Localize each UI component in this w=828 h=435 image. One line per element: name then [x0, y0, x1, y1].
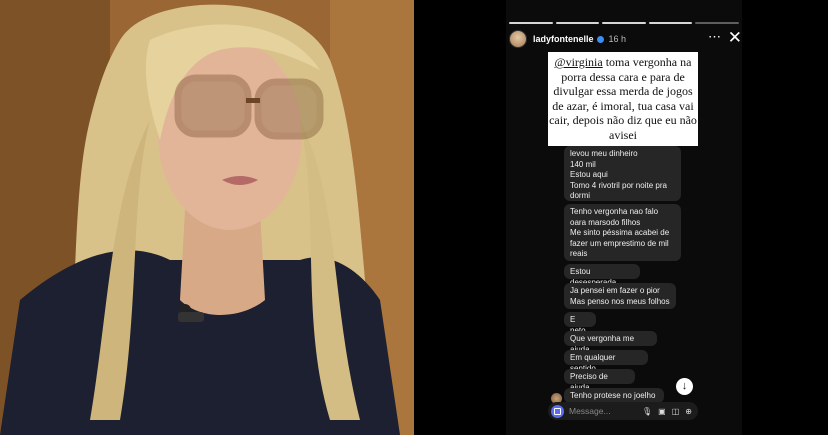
- progress-segment: [509, 22, 553, 24]
- message-input[interactable]: Message...: [569, 406, 642, 416]
- message-bubble: E neto: [564, 312, 596, 335]
- add-icon[interactable]: ⊕: [685, 407, 692, 416]
- message-bubble: Preciso de ajuda: [564, 369, 635, 392]
- message-bubble: Estou desesperada: [564, 264, 640, 287]
- progress-segment: [602, 22, 646, 24]
- camera-icon[interactable]: [551, 404, 564, 418]
- portrait-photo: [0, 0, 414, 435]
- scroll-down-arrow-icon[interactable]: ↓: [676, 378, 693, 395]
- profile-avatar[interactable]: [509, 30, 527, 48]
- post-time: 16 h: [608, 34, 627, 44]
- progress-segment: [555, 22, 600, 24]
- progress-segment: [695, 22, 739, 24]
- message-composer[interactable]: Message... 🎙 ▣ ◫ ⊕: [548, 402, 698, 420]
- more-options-icon[interactable]: ⋯: [708, 30, 722, 44]
- story-progress-bar: [509, 22, 739, 24]
- gallery-icon[interactable]: ▣: [658, 407, 666, 416]
- username[interactable]: ladyfontenelle: [533, 34, 594, 44]
- progress-segment: [648, 22, 693, 24]
- instagram-story-panel: ladyfontenelle 16 h ⋯ ✕ @virginia toma v…: [414, 0, 828, 435]
- sticker-icon[interactable]: ◫: [672, 407, 680, 416]
- story-header: ladyfontenelle 16 h ⋯ ✕: [509, 29, 742, 48]
- microphone-icon[interactable]: 🎙: [642, 407, 652, 416]
- story-caption: @virginia toma vergonha na porra dessa c…: [548, 52, 698, 146]
- mention-link[interactable]: @virginia: [555, 55, 603, 69]
- message-bubble: Que vergonha me ajuda: [564, 331, 657, 354]
- close-icon[interactable]: ✕: [728, 29, 742, 47]
- message-bubble: Tenho protese no joelho: [564, 388, 664, 403]
- verified-badge-icon: [596, 35, 604, 43]
- message-bubble: Ja pensei em fazer o pior Mas penso nos …: [564, 283, 676, 309]
- message-bubble: Tenho vergonha nao falo oara marsodo fil…: [564, 204, 681, 261]
- portrait-illustration: [0, 0, 414, 435]
- message-bubble: Em qualquer sentido: [564, 350, 648, 373]
- message-bubble: levou meu dinheiro 140 mil Estou aqui To…: [564, 146, 681, 201]
